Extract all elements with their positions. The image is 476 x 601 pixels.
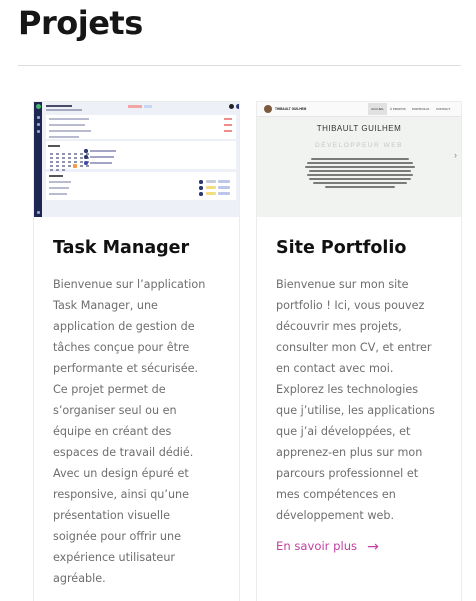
project-title: Site Portfolio (276, 238, 407, 258)
page-title: Projets (18, 4, 143, 42)
project-card-site-portfolio[interactable]: THIBAULT GUILHEM ACCUEIL À PROPOS PORTFO… (256, 101, 462, 601)
project-card-task-manager[interactable]: Task Manager Bienvenue sur l’application… (33, 101, 240, 601)
project-title: Task Manager (53, 238, 190, 258)
tm-logo-icon (36, 104, 41, 109)
pf-nav-item: CONTACT (436, 107, 451, 111)
pf-navbar: THIBAULT GUILHEM ACCUEIL À PROPOS PORTFO… (257, 102, 461, 117)
tm-header (46, 104, 239, 113)
pf-heading: THIBAULT GUILHEM (316, 124, 402, 133)
project-description: Bienvenue sur mon site portfolio ! Ici, … (276, 278, 435, 522)
pf-subheading: DÉVELOPPEUR WEB (315, 142, 403, 149)
learn-more-label: En savoir plus (276, 539, 358, 553)
tm-nav-icon (37, 211, 40, 214)
task-manager-screenshot (34, 102, 239, 217)
pf-name: THIBAULT GUILHEM (275, 106, 307, 111)
pf-nav-item: PORTFOLIO (412, 107, 430, 111)
portfolio-screenshot: THIBAULT GUILHEM ACCUEIL À PROPOS PORTFO… (257, 102, 461, 217)
arrow-right-icon: → (367, 539, 379, 555)
learn-more-link[interactable]: En savoir plus → (276, 538, 379, 555)
pf-nav-item: ACCUEIL (368, 103, 388, 115)
pf-avatar (264, 105, 272, 113)
project-description: Bienvenue sur l’application Task Manager… (53, 278, 206, 585)
tm-nav-icon (37, 116, 40, 119)
tm-team-panel (46, 172, 236, 200)
pf-nav-item: À PROPOS (390, 107, 406, 111)
tm-task-list (46, 115, 236, 139)
tm-nav-icon (37, 123, 40, 126)
title-divider (18, 65, 461, 66)
tm-sidebar (34, 102, 42, 217)
tm-nav-icon (37, 130, 40, 133)
pf-next-arrow-icon: › (454, 150, 457, 160)
